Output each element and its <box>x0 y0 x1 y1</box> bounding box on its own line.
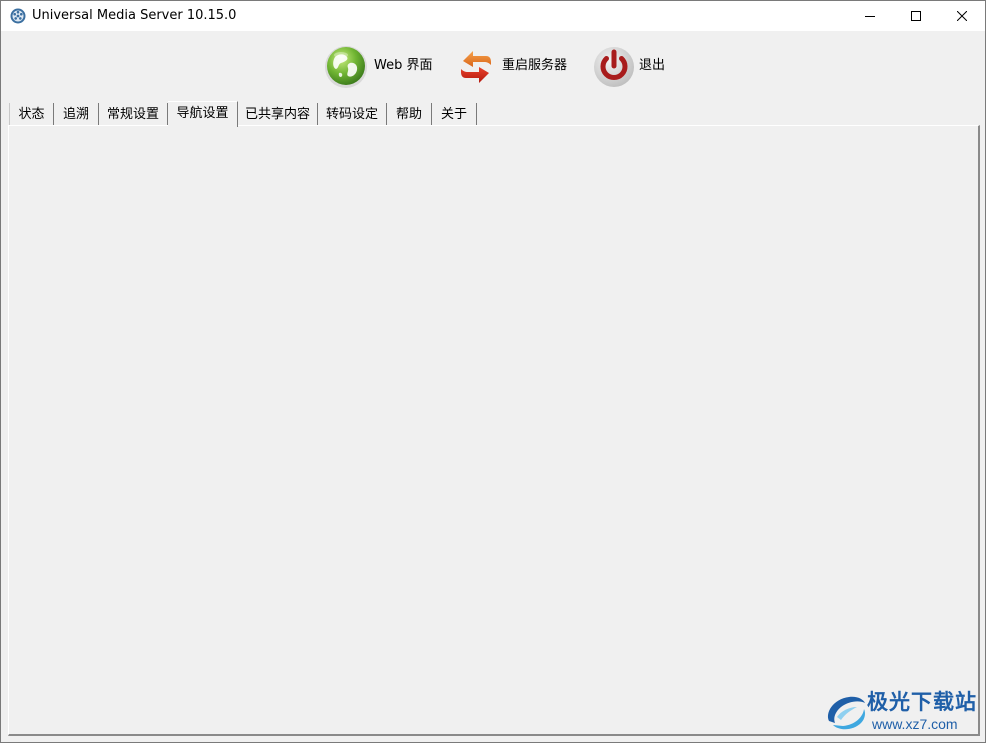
restart-server-label: 重启服务器 <box>502 58 568 73</box>
close-button[interactable] <box>939 1 985 31</box>
tab-navigation-settings[interactable]: 导航设置 <box>168 101 238 127</box>
maximize-button[interactable] <box>893 1 939 31</box>
watermark-url: www.xz7.com <box>872 716 958 732</box>
restart-arrows-icon <box>453 43 499 89</box>
tab-shared-content[interactable]: 已共享内容 <box>238 103 318 126</box>
web-interface-button[interactable]: Web 界面 <box>323 41 433 91</box>
tab-status[interactable]: 状态 <box>9 103 54 126</box>
watermark-logo-icon <box>827 696 865 730</box>
restart-server-button[interactable]: 重启服务器 <box>453 41 568 91</box>
quit-label: 退出 <box>639 58 666 73</box>
minimize-icon <box>865 16 875 17</box>
title-bar[interactable]: Universal Media Server 10.15.0 <box>1 1 985 31</box>
globe-icon <box>323 43 369 89</box>
app-logo-icon <box>10 8 26 24</box>
tab-transcoding-settings[interactable]: 转码设定 <box>318 103 387 126</box>
quit-button[interactable]: 退出 <box>591 41 671 91</box>
tab-content-panel <box>8 125 980 736</box>
maximize-icon <box>911 11 921 21</box>
tab-help[interactable]: 帮助 <box>387 103 432 126</box>
minimize-button[interactable] <box>847 1 893 31</box>
tab-about[interactable]: 关于 <box>432 103 477 126</box>
watermark: 极光下载站 www.xz7.com <box>823 689 983 739</box>
close-icon <box>957 11 967 21</box>
watermark-name: 极光下载站 <box>867 690 977 714</box>
tab-general-settings[interactable]: 常规设置 <box>99 103 168 126</box>
tab-bar: 状态 追溯 常规设置 导航设置 已共享内容 转码设定 帮助 关于 <box>9 101 509 127</box>
tab-trace[interactable]: 追溯 <box>54 103 99 126</box>
web-interface-label: Web 界面 <box>374 58 433 73</box>
power-icon <box>591 43 637 89</box>
window-title: Universal Media Server 10.15.0 <box>32 8 237 23</box>
app-window: Universal Media Server 10.15.0 Web 界面 重启… <box>0 0 986 743</box>
